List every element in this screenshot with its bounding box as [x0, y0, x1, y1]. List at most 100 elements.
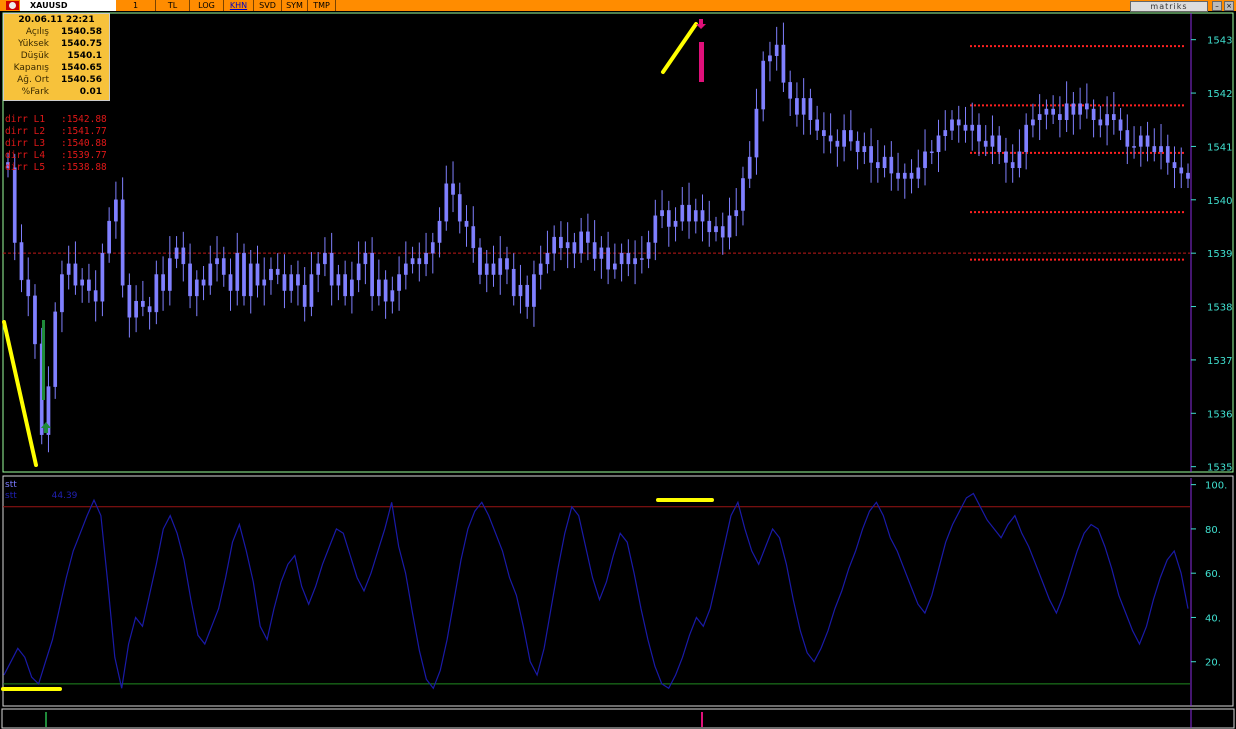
candle-body [73, 263, 78, 286]
candle-body [127, 284, 132, 318]
highlight-stroke [661, 22, 698, 74]
candle-body [626, 252, 631, 265]
candle-body [646, 242, 651, 259]
candle-body [835, 140, 840, 147]
price-tick-label: 1543 [1207, 36, 1232, 47]
candle-body [997, 135, 1002, 153]
candle-body [1051, 108, 1055, 115]
candle-body [950, 119, 954, 131]
candle-body [983, 140, 988, 147]
candle-body [208, 263, 213, 286]
candle-body [107, 220, 111, 254]
candle-body [545, 252, 550, 265]
candle-body [228, 274, 233, 291]
indicator-title: stt [5, 480, 17, 490]
price-panel-frame [2, 12, 1234, 473]
candle-body [1111, 114, 1116, 120]
candle-body [329, 252, 334, 286]
candle-body [437, 220, 442, 243]
price-tick-label: 1542 [1207, 89, 1232, 100]
candle-body [498, 258, 503, 275]
candle-body [1078, 103, 1082, 115]
candle-body [822, 130, 826, 137]
price-axis: 1535 1536 1537 1538 1539 1540 1541 1542 1543 20. 4… [1191, 36, 1232, 669]
candle-body [1044, 108, 1049, 115]
candle-body [923, 151, 927, 169]
candle-body [828, 135, 833, 142]
candle-body [370, 252, 374, 297]
candle-body [801, 98, 806, 115]
candle-body [963, 124, 968, 131]
candle-body [619, 252, 624, 265]
candle-body [19, 242, 24, 281]
candle-body [363, 252, 368, 265]
candle-body [147, 306, 152, 313]
candle-body [525, 284, 530, 307]
candle-body [849, 130, 853, 142]
candle-body [269, 268, 273, 281]
candle-body [559, 236, 563, 249]
level-list-item: dirr L1:1542.88 [5, 114, 107, 125]
candle-body [572, 242, 577, 254]
info-datetime: 20.06.11 22:21 [18, 15, 95, 25]
candle-body [1186, 172, 1190, 179]
candle-body [451, 183, 455, 195]
candle-body [302, 284, 307, 307]
indicator-tick-label: 80. [1205, 525, 1221, 536]
candle-body [693, 210, 698, 222]
candle-body [538, 263, 543, 275]
candle-body [639, 258, 644, 260]
candle-body [1098, 119, 1103, 126]
level-list-item: dirr L4:1539.77 [5, 150, 107, 161]
candle-body [754, 108, 759, 158]
candle-body [532, 274, 536, 307]
candle-body [909, 172, 914, 179]
indicator-tick-label: 60. [1205, 569, 1221, 580]
candle-body [1138, 135, 1143, 147]
ohlc-info-box: 20.06.11 22:21 Açılış 1540.58 Yüksek 1540.7… [3, 13, 110, 101]
info-value: 1540.75 [61, 39, 102, 49]
info-value: 1540.1 [67, 51, 102, 61]
candle-body [666, 210, 671, 227]
candle-body [235, 252, 240, 291]
candle-body [1024, 124, 1029, 153]
candle-body [336, 274, 341, 286]
candle-body [424, 252, 428, 265]
candle-body [403, 263, 408, 275]
candle-body [430, 242, 435, 254]
candle-body [215, 258, 219, 265]
candle-body [484, 263, 489, 275]
candle-body [653, 215, 658, 243]
candle-body [53, 311, 58, 387]
candle-body [417, 258, 422, 265]
price-tick-label: 1535 [1207, 463, 1232, 474]
candle-body [188, 263, 192, 297]
candle-body [343, 274, 347, 297]
candle-body [309, 274, 314, 307]
candle-body [1179, 167, 1184, 174]
candle-body [1004, 151, 1008, 163]
candle-body [747, 156, 752, 179]
candle-body [87, 279, 91, 291]
candle-body [154, 274, 159, 313]
candle-body [633, 258, 637, 265]
price-chart-canvas[interactable]: 1535 1536 1537 1538 1539 1540 1541 1542 1543 20. 4… [0, 0, 1236, 729]
candle-body [977, 124, 981, 142]
candle-body [1071, 103, 1076, 115]
price-tick-label: 1540 [1207, 196, 1232, 207]
buy-candle-highlight [42, 320, 45, 400]
info-value: 1540.58 [61, 27, 102, 37]
indicator-tick-label: 40. [1205, 613, 1221, 624]
sell-arrow-icon [696, 19, 706, 29]
info-label: Kapanış [13, 63, 49, 73]
info-row: Açılış 1540.58 [4, 26, 109, 38]
candle-body [606, 247, 610, 270]
chart-frames [1, 12, 1235, 729]
info-label: Ağ. Ort [17, 75, 49, 85]
candle-body [613, 263, 617, 270]
candle-body [390, 290, 395, 302]
info-row: Ağ. Ort 1540.56 [4, 74, 109, 86]
candle-body [1091, 108, 1096, 120]
candle-body [275, 268, 280, 275]
candle-body [1010, 162, 1015, 169]
